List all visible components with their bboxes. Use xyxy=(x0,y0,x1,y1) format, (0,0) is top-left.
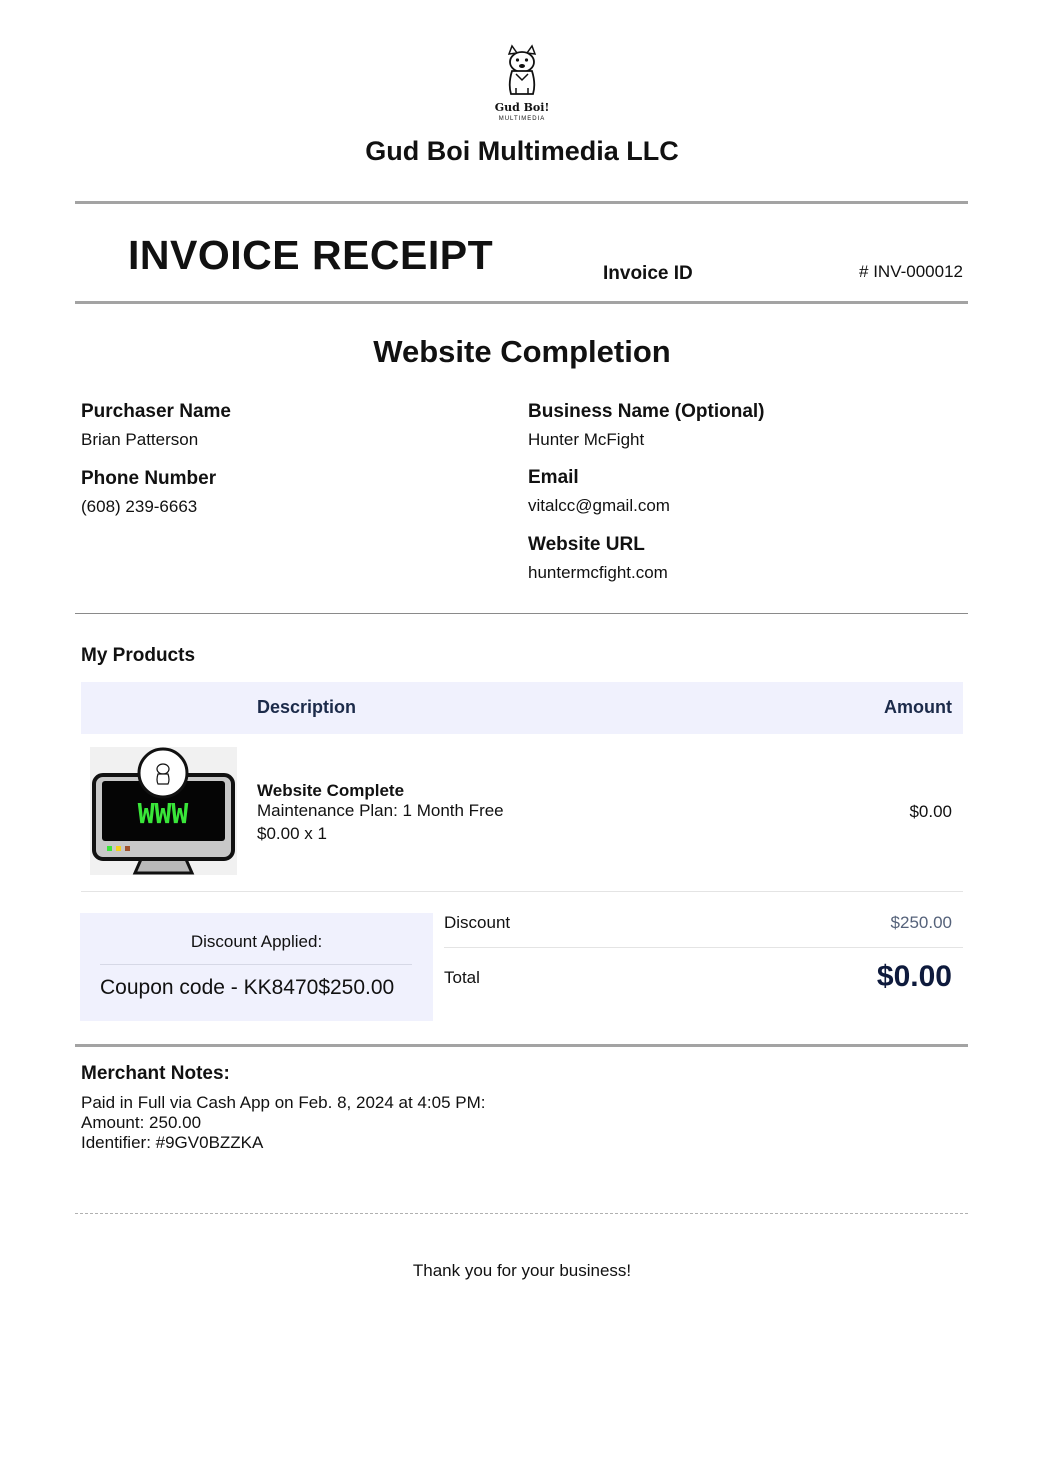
business-name-label: Business Name (Optional) xyxy=(528,401,765,422)
discount-applied-label: Discount Applied: xyxy=(190,932,323,951)
header-divider xyxy=(75,201,968,204)
company-logo: Gud Boi! MULTIMEDIA xyxy=(482,44,562,128)
website-url-value: huntermcfight.com xyxy=(528,563,668,582)
merchant-note-line: Identifier: #9GV0BZZKA xyxy=(81,1133,264,1152)
customer-divider xyxy=(75,613,968,614)
logo-subtext: MULTIMEDIA xyxy=(498,116,546,122)
products-title: My Products xyxy=(81,645,196,666)
product-name: Website Complete xyxy=(257,781,405,800)
product-row-divider xyxy=(81,891,963,892)
discount-box-divider xyxy=(100,964,412,965)
product-amount: $0.00 xyxy=(909,802,952,821)
email-value: vitalcc@gmail.com xyxy=(528,496,670,515)
footer-dashed-divider xyxy=(75,1213,968,1214)
product-image: WWW xyxy=(90,747,237,875)
column-header-amount: Amount xyxy=(884,697,952,717)
column-header-description: Description xyxy=(257,697,357,717)
coupon-code: Coupon code - KK8470$250.00 xyxy=(100,976,395,999)
merchant-note-line: Paid in Full via Cash App on Feb. 8, 202… xyxy=(81,1093,486,1112)
business-name-value: Hunter McFight xyxy=(528,430,645,449)
section-title: Website Completion xyxy=(373,334,671,369)
www-text: WWW xyxy=(138,797,189,830)
email-label: Email xyxy=(528,467,579,488)
total-value: $0.00 xyxy=(876,960,952,993)
product-description: Maintenance Plan: 1 Month Free xyxy=(257,801,504,820)
merchant-notes-title: Merchant Notes: xyxy=(81,1063,230,1084)
totals-divider xyxy=(75,1044,968,1047)
invoice-id-label: Invoice ID xyxy=(603,263,693,284)
products-table-header xyxy=(81,682,963,734)
purchaser-name-value: Brian Patterson xyxy=(81,430,199,449)
discount-label: Discount xyxy=(444,913,511,932)
product-quantity: $0.00 x 1 xyxy=(257,824,327,843)
discount-applied-box xyxy=(80,913,433,1021)
thank-you-message: Thank you for your business! xyxy=(412,1261,632,1280)
invoice-id-value: # INV-000012 xyxy=(859,262,963,281)
website-monitor-icon: WWW xyxy=(90,747,237,875)
total-label: Total xyxy=(444,968,480,987)
phone-number-label: Phone Number xyxy=(81,468,217,489)
discount-row-divider xyxy=(444,947,963,948)
purchaser-name-label: Purchaser Name xyxy=(81,401,231,422)
phone-number-value: (608) 239-6663 xyxy=(81,497,198,516)
website-url-label: Website URL xyxy=(528,534,645,555)
company-name: Gud Boi Multimedia LLC xyxy=(365,136,679,166)
title-divider xyxy=(75,301,968,304)
merchant-note-line: Amount: 250.00 xyxy=(81,1113,202,1132)
logo-text: Gud Boi! xyxy=(494,101,550,114)
discount-value: $250.00 xyxy=(890,913,952,932)
invoice-title: INVOICE RECEIPT xyxy=(128,232,494,278)
